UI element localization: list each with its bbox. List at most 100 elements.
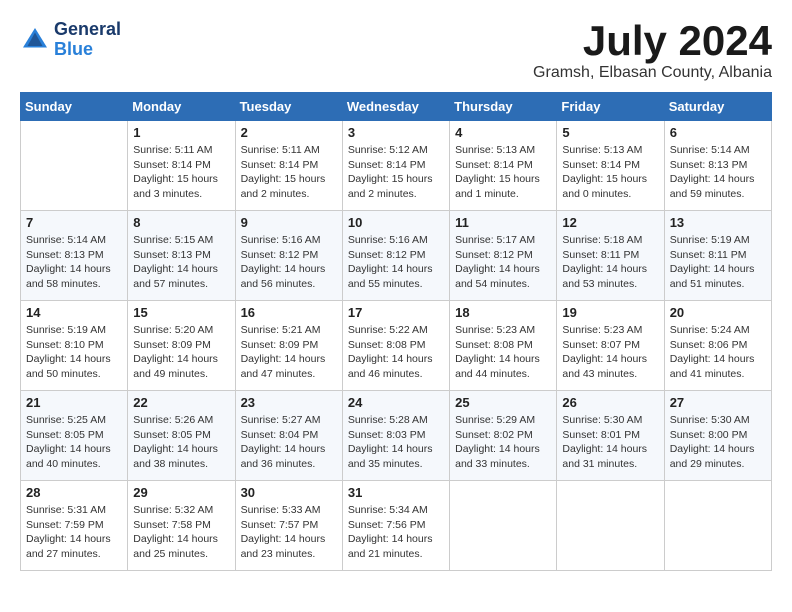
calendar-cell: 29 Sunrise: 5:32 AMSunset: 7:58 PMDayligh…: [128, 481, 235, 571]
day-number: 5: [562, 125, 658, 140]
day-info: Sunrise: 5:29 AMSunset: 8:02 PMDaylight:…: [455, 413, 551, 472]
calendar-cell: 25 Sunrise: 5:29 AMSunset: 8:02 PMDayligh…: [450, 391, 557, 481]
day-number: 21: [26, 395, 122, 410]
day-number: 29: [133, 485, 229, 500]
calendar-cell: 3Sunrise: 5:12 AMSunset: 8:14 PMDaylight…: [342, 121, 449, 211]
day-info: Sunrise: 5:13 AMSunset: 8:14 PMDaylight:…: [562, 143, 658, 202]
day-number: 13: [670, 215, 766, 230]
day-number: 23: [241, 395, 337, 410]
calendar-cell: 11Sunrise: 5:17 AMSunset: 8:12 PMDayligh…: [450, 211, 557, 301]
logo-general: General: [54, 20, 121, 40]
day-info: Sunrise: 5:30 AMSunset: 8:00 PMDaylight:…: [670, 413, 766, 472]
day-info: Sunrise: 5:32 AMSunset: 7:58 PMDaylight:…: [133, 503, 229, 562]
day-info: Sunrise: 5:30 AMSunset: 8:01 PMDaylight:…: [562, 413, 658, 472]
calendar-cell: 19Sunrise: 5:23 AMSunset: 8:07 PMDayligh…: [557, 301, 664, 391]
day-info: Sunrise: 5:25 AMSunset: 8:05 PMDaylight:…: [26, 413, 122, 472]
calendar-week-row: 7 Sunrise: 5:14 AMSunset: 8:13 PMDaylight…: [21, 211, 772, 301]
logo-text: General Blue: [54, 20, 121, 60]
day-info: Sunrise: 5:20 AMSunset: 8:09 PMDaylight:…: [133, 323, 229, 382]
day-info: Sunrise: 5:11 AMSunset: 8:14 PMDaylight:…: [241, 143, 337, 202]
day-info: Sunrise: 5:18 AMSunset: 8:11 PMDaylight:…: [562, 233, 658, 292]
weekday-header: Sunday: [21, 93, 128, 121]
weekday-header: Thursday: [450, 93, 557, 121]
day-number: 26: [562, 395, 658, 410]
weekday-header: Tuesday: [235, 93, 342, 121]
calendar-cell: [557, 481, 664, 571]
day-info: Sunrise: 5:21 AMSunset: 8:09 PMDaylight:…: [241, 323, 337, 382]
calendar-header-row: SundayMondayTuesdayWednesdayThursdayFrid…: [21, 93, 772, 121]
day-info: Sunrise: 5:22 AMSunset: 8:08 PMDaylight:…: [348, 323, 444, 382]
logo-icon: [20, 25, 50, 55]
day-number: 12: [562, 215, 658, 230]
logo-blue: Blue: [54, 40, 121, 60]
calendar-cell: 4 Sunrise: 5:13 AMSunset: 8:14 PMDaylight…: [450, 121, 557, 211]
day-number: 11: [455, 215, 551, 230]
calendar-week-row: 28Sunrise: 5:31 AMSunset: 7:59 PMDayligh…: [21, 481, 772, 571]
calendar-week-row: 1 Sunrise: 5:11 AMSunset: 8:14 PMDaylight…: [21, 121, 772, 211]
weekday-header: Saturday: [664, 93, 771, 121]
calendar-table: SundayMondayTuesdayWednesdayThursdayFrid…: [20, 92, 772, 571]
day-number: 25: [455, 395, 551, 410]
calendar-cell: [450, 481, 557, 571]
calendar-cell: 5 Sunrise: 5:13 AMSunset: 8:14 PMDaylight…: [557, 121, 664, 211]
calendar-cell: 6 Sunrise: 5:14 AMSunset: 8:13 PMDaylight…: [664, 121, 771, 211]
day-number: 6: [670, 125, 766, 140]
day-number: 9: [241, 215, 337, 230]
day-info: Sunrise: 5:14 AMSunset: 8:13 PMDaylight:…: [670, 143, 766, 202]
day-number: 10: [348, 215, 444, 230]
month-year-title: July 2024: [533, 20, 772, 62]
calendar-cell: 2 Sunrise: 5:11 AMSunset: 8:14 PMDaylight…: [235, 121, 342, 211]
day-number: 30: [241, 485, 337, 500]
day-info: Sunrise: 5:31 AMSunset: 7:59 PMDaylight:…: [26, 503, 122, 562]
day-info: Sunrise: 5:19 AMSunset: 8:11 PMDaylight:…: [670, 233, 766, 292]
day-info: Sunrise: 5:16 AMSunset: 8:12 PMDaylight:…: [348, 233, 444, 292]
calendar-cell: 12 Sunrise: 5:18 AMSunset: 8:11 PMDayligh…: [557, 211, 664, 301]
calendar-cell: 24 Sunrise: 5:28 AMSunset: 8:03 PMDayligh…: [342, 391, 449, 481]
day-info: Sunrise: 5:16 AMSunset: 8:12 PMDaylight:…: [241, 233, 337, 292]
calendar-cell: 28Sunrise: 5:31 AMSunset: 7:59 PMDayligh…: [21, 481, 128, 571]
day-number: 22: [133, 395, 229, 410]
calendar-cell: 21 Sunrise: 5:25 AMSunset: 8:05 PMDayligh…: [21, 391, 128, 481]
calendar-cell: [21, 121, 128, 211]
calendar-cell: 22 Sunrise: 5:26 AMSunset: 8:05 PMDayligh…: [128, 391, 235, 481]
calendar-cell: 15Sunrise: 5:20 AMSunset: 8:09 PMDayligh…: [128, 301, 235, 391]
calendar-cell: 9 Sunrise: 5:16 AMSunset: 8:12 PMDaylight…: [235, 211, 342, 301]
page-header: General Blue July 2024 Gramsh, Elbasan C…: [20, 20, 772, 82]
day-number: 20: [670, 305, 766, 320]
calendar-cell: 14Sunrise: 5:19 AMSunset: 8:10 PMDayligh…: [21, 301, 128, 391]
calendar-cell: [664, 481, 771, 571]
day-info: Sunrise: 5:12 AMSunset: 8:14 PMDaylight:…: [348, 143, 444, 202]
calendar-cell: 30Sunrise: 5:33 AMSunset: 7:57 PMDayligh…: [235, 481, 342, 571]
day-info: Sunrise: 5:14 AMSunset: 8:13 PMDaylight:…: [26, 233, 122, 292]
title-block: July 2024 Gramsh, Elbasan County, Albani…: [533, 20, 772, 82]
day-info: Sunrise: 5:24 AMSunset: 8:06 PMDaylight:…: [670, 323, 766, 382]
day-info: Sunrise: 5:13 AMSunset: 8:14 PMDaylight:…: [455, 143, 551, 202]
calendar-cell: 8Sunrise: 5:15 AMSunset: 8:13 PMDaylight…: [128, 211, 235, 301]
calendar-cell: 23 Sunrise: 5:27 AMSunset: 8:04 PMDayligh…: [235, 391, 342, 481]
day-info: Sunrise: 5:27 AMSunset: 8:04 PMDaylight:…: [241, 413, 337, 472]
day-info: Sunrise: 5:19 AMSunset: 8:10 PMDaylight:…: [26, 323, 122, 382]
day-info: Sunrise: 5:28 AMSunset: 8:03 PMDaylight:…: [348, 413, 444, 472]
calendar-cell: 31 Sunrise: 5:34 AMSunset: 7:56 PMDayligh…: [342, 481, 449, 571]
day-info: Sunrise: 5:23 AMSunset: 8:07 PMDaylight:…: [562, 323, 658, 382]
calendar-cell: 26 Sunrise: 5:30 AMSunset: 8:01 PMDayligh…: [557, 391, 664, 481]
calendar-cell: 10 Sunrise: 5:16 AMSunset: 8:12 PMDayligh…: [342, 211, 449, 301]
logo: General Blue: [20, 20, 121, 60]
day-info: Sunrise: 5:11 AMSunset: 8:14 PMDaylight:…: [133, 143, 229, 202]
calendar-cell: 18Sunrise: 5:23 AMSunset: 8:08 PMDayligh…: [450, 301, 557, 391]
day-number: 2: [241, 125, 337, 140]
weekday-header: Wednesday: [342, 93, 449, 121]
day-number: 24: [348, 395, 444, 410]
day-info: Sunrise: 5:15 AMSunset: 8:13 PMDaylight:…: [133, 233, 229, 292]
day-info: Sunrise: 5:34 AMSunset: 7:56 PMDaylight:…: [348, 503, 444, 562]
day-number: 4: [455, 125, 551, 140]
day-number: 7: [26, 215, 122, 230]
calendar-cell: 7 Sunrise: 5:14 AMSunset: 8:13 PMDaylight…: [21, 211, 128, 301]
day-info: Sunrise: 5:26 AMSunset: 8:05 PMDaylight:…: [133, 413, 229, 472]
calendar-cell: 16Sunrise: 5:21 AMSunset: 8:09 PMDayligh…: [235, 301, 342, 391]
day-number: 31: [348, 485, 444, 500]
location-subtitle: Gramsh, Elbasan County, Albania: [533, 64, 772, 82]
day-number: 17: [348, 305, 444, 320]
calendar-cell: 27Sunrise: 5:30 AMSunset: 8:00 PMDayligh…: [664, 391, 771, 481]
day-number: 1: [133, 125, 229, 140]
